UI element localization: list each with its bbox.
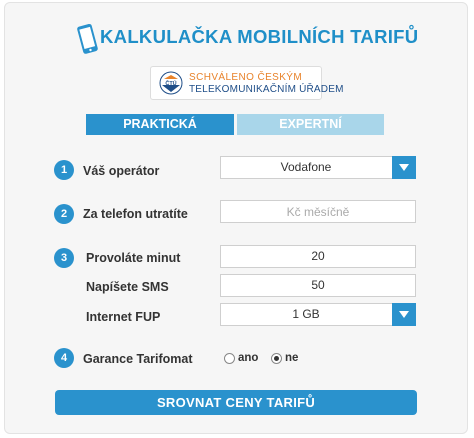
radio-circle-ne[interactable] bbox=[271, 353, 282, 364]
minutes-label: Provoláte minut bbox=[86, 251, 181, 265]
phone-spend-input[interactable] bbox=[221, 201, 415, 222]
header: KALKULAČKA MOBILNÍCH TARIFŮ bbox=[0, 18, 474, 58]
phone-icon bbox=[77, 23, 98, 54]
step-4-number: 4 bbox=[54, 348, 74, 368]
guarantee-label: Garance Tarifomat bbox=[83, 352, 193, 366]
ctu-logo-text: ČTÚ bbox=[165, 80, 176, 87]
operator-select[interactable]: Vodafone bbox=[220, 156, 416, 179]
step-1-number: 1 bbox=[54, 160, 74, 180]
page-title: KALKULAČKA MOBILNÍCH TARIFŮ bbox=[100, 26, 419, 47]
radio-selected-dot bbox=[274, 356, 279, 361]
phone-spend-label: Za telefon utratíte bbox=[83, 207, 188, 221]
chevron-down-icon[interactable] bbox=[392, 156, 416, 179]
phone-spend-field[interactable] bbox=[220, 200, 416, 223]
minutes-field[interactable]: 20 bbox=[220, 245, 416, 268]
fup-select[interactable]: 1 GB bbox=[220, 303, 416, 326]
ctu-logo-icon: ČTÚ bbox=[159, 71, 183, 95]
fup-value: 1 GB bbox=[292, 307, 320, 321]
chevron-down-icon[interactable] bbox=[392, 303, 416, 326]
radio-label-ne: ne bbox=[285, 352, 299, 364]
operator-value: Vodafone bbox=[280, 160, 332, 174]
tab-expertni[interactable]: EXPERTNÍ bbox=[237, 114, 384, 135]
radio-label-ano: ano bbox=[238, 352, 259, 364]
compare-prices-button[interactable]: SROVNAT CENY TARIFŮ bbox=[55, 390, 417, 415]
tab-prakticka[interactable]: PRAKTICKÁ bbox=[86, 114, 234, 135]
badge-line-1: SCHVÁLENO ČESKÝM bbox=[189, 72, 303, 83]
badge-line-2: TELEKOMUNIKAČNÍM ÚŘADEM bbox=[189, 84, 344, 95]
sms-field[interactable]: 50 bbox=[220, 274, 416, 297]
sms-label: Napíšete SMS bbox=[86, 280, 169, 294]
radio-circle-ano[interactable] bbox=[224, 353, 235, 364]
step-3-number: 3 bbox=[54, 248, 74, 268]
fup-label: Internet FUP bbox=[86, 310, 161, 324]
operator-label: Váš operátor bbox=[83, 164, 160, 178]
step-2-number: 2 bbox=[54, 204, 74, 224]
ctu-approval-badge: ČTÚ SCHVÁLENO ČESKÝM TELEKOMUNIKAČNÍM ÚŘ… bbox=[150, 66, 343, 100]
